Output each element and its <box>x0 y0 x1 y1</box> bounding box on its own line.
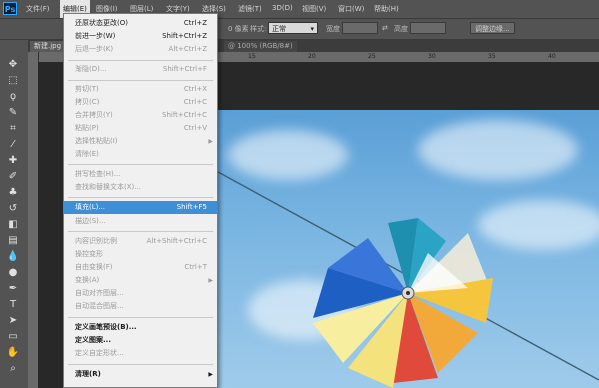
dodge-tool-icon[interactable]: ● <box>6 266 20 279</box>
history-brush-tool-icon[interactable]: ↺ <box>6 202 20 215</box>
menu-item-copy[interactable]: 拷贝(C) Ctrl+C <box>64 96 217 109</box>
menu-help[interactable]: 帮助(H) <box>374 4 399 14</box>
menu-file[interactable]: 文件(F) <box>26 4 50 14</box>
menu-item-check-spelling[interactable]: 拼写检查(H)... <box>64 168 217 181</box>
zoom-tool-icon[interactable]: ⌕ <box>6 362 20 375</box>
menu-item-auto-blend-layers[interactable]: 自动混合图层... <box>64 300 217 313</box>
menu-separator <box>68 197 213 198</box>
menu-3d[interactable]: 3D(D) <box>272 4 293 12</box>
ruler-mark: 25 <box>368 53 376 60</box>
style-select[interactable]: 正常 ▾ <box>268 22 318 34</box>
menu-item-define-custom-shape[interactable]: 定义自定形状... <box>64 347 217 360</box>
ruler-mark: 30 <box>428 53 436 60</box>
menu-item-define-brush-preset[interactable]: 定义画笔预设(B)... <box>64 321 217 334</box>
document-tab-active[interactable]: 新建.jpg <box>30 41 66 52</box>
menu-item-define-pattern[interactable]: 定义图案... <box>64 334 217 347</box>
menu-item-step-backward[interactable]: 后退一步(K) Alt+Ctrl+Z <box>64 43 217 56</box>
menu-item-clear[interactable]: 清除(E) <box>64 148 217 161</box>
menu-separator <box>68 60 213 61</box>
menu-item-undo[interactable]: 还原状态更改(O) Ctrl+Z <box>64 17 217 30</box>
style-label: 样式: <box>250 25 267 33</box>
document-tab-2[interactable]: @ 100% (RGB/8#) <box>224 41 297 52</box>
pen-tool-icon[interactable]: ✒ <box>6 282 20 295</box>
quick-select-tool-icon[interactable]: ✎ <box>6 106 20 119</box>
menu-separator <box>68 364 213 365</box>
menu-item-auto-align-layers[interactable]: 自动对齐图层... <box>64 287 217 300</box>
edit-menu-dropdown: 还原状态更改(O) Ctrl+Z 前进一步(W) Shift+Ctrl+Z 后退一步… <box>63 13 218 388</box>
menu-item-cut[interactable]: 剪切(T) Ctrl+X <box>64 83 217 96</box>
move-tool-icon[interactable]: ✥ <box>6 58 20 71</box>
menu-filter[interactable]: 滤镜(T) <box>238 4 262 14</box>
menu-item-transform[interactable]: 变换(A) ▶ <box>64 274 217 287</box>
submenu-arrow-icon: ▶ <box>208 371 213 378</box>
menu-separator <box>68 164 213 165</box>
ruler-mark: 40 <box>548 53 556 60</box>
menu-item-copy-merged[interactable]: 合并拷贝(Y) Shift+Ctrl+C <box>64 109 217 122</box>
path-selection-tool-icon[interactable]: ➤ <box>6 314 20 327</box>
shape-tool-icon[interactable]: ▭ <box>6 330 20 343</box>
lasso-tool-icon[interactable]: ϙ <box>6 90 20 103</box>
width-label: 宽度 <box>326 25 340 33</box>
eraser-tool-icon[interactable]: ◧ <box>6 218 20 231</box>
ruler-mark: 20 <box>308 53 316 60</box>
menu-item-fill[interactable]: 填充(L)... Shift+F5 <box>64 201 217 214</box>
height-label: 高度 <box>394 25 408 33</box>
hand-tool-icon[interactable]: ✋ <box>6 346 20 359</box>
chevron-down-icon: ▾ <box>310 25 314 33</box>
feather-value: 0 像素 <box>228 25 249 33</box>
menu-item-puppet-warp[interactable]: 操控变形 <box>64 248 217 261</box>
healing-brush-tool-icon[interactable]: ✚ <box>6 154 20 167</box>
crop-tool-icon[interactable]: ⌗ <box>6 122 20 135</box>
menu-separator <box>68 317 213 318</box>
gradient-tool-icon[interactable]: ▤ <box>6 234 20 247</box>
menu-item-purge[interactable]: 清理(R) ▶ <box>64 368 217 381</box>
type-tool-icon[interactable]: T <box>6 298 20 311</box>
eyedropper-tool-icon[interactable]: ⁄ <box>6 138 20 151</box>
menu-item-stroke[interactable]: 描边(S)... <box>64 215 217 228</box>
submenu-arrow-icon: ▶ <box>208 277 213 284</box>
menu-item-free-transform[interactable]: 自由变换(F) Ctrl+T <box>64 261 217 274</box>
tools-panel: ✥ ⬚ ϙ ✎ ⌗ ⁄ ✚ ✐ ♣ ↺ ◧ ▤ 💧 ● ✒ T ➤ ▭ ✋ ⌕ <box>0 52 29 388</box>
brush-tool-icon[interactable]: ✐ <box>6 170 20 183</box>
swap-icon[interactable]: ⇄ <box>382 24 388 32</box>
ruler-mark: 15 <box>248 53 256 60</box>
menu-item-find-replace[interactable]: 查找和替换文本(X)... <box>64 181 217 194</box>
pinwheel-photo[interactable] <box>218 110 599 388</box>
style-select-value: 正常 <box>272 25 286 33</box>
menu-view[interactable]: 视图(V) <box>302 4 326 14</box>
menu-item-content-aware-scale[interactable]: 内容识别比例 Alt+Shift+Ctrl+C <box>64 235 217 248</box>
menu-window[interactable]: 窗口(W) <box>338 4 364 14</box>
clone-stamp-tool-icon[interactable]: ♣ <box>6 186 20 199</box>
menu-separator <box>68 80 213 81</box>
menu-item-paste-special[interactable]: 选择性粘贴(I) ▶ <box>64 135 217 148</box>
width-input[interactable] <box>342 22 378 34</box>
blur-tool-icon[interactable]: 💧 <box>6 250 20 263</box>
photoshop-logo: Ps <box>3 2 17 15</box>
ruler-mark: 35 <box>488 53 496 60</box>
height-input[interactable] <box>410 22 446 34</box>
pinwheel-illustration <box>218 171 599 388</box>
menu-item-paste[interactable]: 粘贴(P) Ctrl+V <box>64 122 217 135</box>
menu-separator <box>68 231 213 232</box>
menu-item-step-forward[interactable]: 前进一步(W) Shift+Ctrl+Z <box>64 30 217 43</box>
marquee-tool-icon[interactable]: ⬚ <box>6 74 20 87</box>
menu-item-fade[interactable]: 渐隐(D)... Shift+Ctrl+F <box>64 63 217 76</box>
refine-edge-button[interactable]: 调整边缘... <box>470 22 515 34</box>
submenu-arrow-icon: ▶ <box>208 138 213 145</box>
